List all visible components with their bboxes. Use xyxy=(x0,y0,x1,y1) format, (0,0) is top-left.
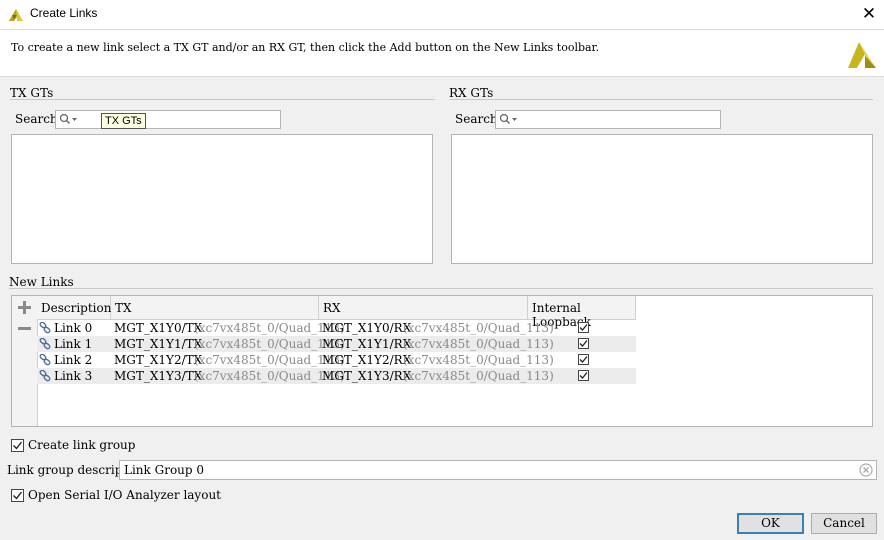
table-row[interactable]: Link 0 MGT_X1Y0/TX (xc7vx485t_0/Quad_113… xyxy=(37,320,636,336)
link-description: Link 0 xyxy=(54,321,93,335)
rx-location: (xc7vx485t_0/Quad_113) xyxy=(403,369,554,383)
title-bar xyxy=(0,0,884,29)
link-description: Link 1 xyxy=(54,337,93,351)
banner-text: To create a new link select a TX GT and/… xyxy=(11,41,600,54)
tx-section-divider xyxy=(10,99,435,100)
rx-location: (xc7vx485t_0/Quad_113) xyxy=(403,353,554,367)
rx-section-divider xyxy=(449,99,873,100)
link-icon xyxy=(39,353,51,369)
remove-icon[interactable] xyxy=(17,321,32,339)
tx-section-label: TX GTs xyxy=(10,86,54,100)
search-icon[interactable] xyxy=(499,113,519,128)
link-group-description-input[interactable]: Link Group 0 xyxy=(119,460,877,480)
tx-value: MGT_X1Y0/TX xyxy=(114,321,203,335)
open-analyzer-layout-label[interactable]: Open Serial I/O Analyzer layout xyxy=(28,488,221,502)
rx-value: MGT_X1Y1/RX xyxy=(322,337,412,351)
app-logo-icon xyxy=(8,6,24,25)
window-title: Create Links xyxy=(30,6,98,20)
open-analyzer-layout-checkbox[interactable] xyxy=(11,489,24,502)
tx-value: MGT_X1Y3/TX xyxy=(114,369,203,383)
tx-search-input[interactable] xyxy=(55,110,281,129)
clear-icon[interactable] xyxy=(859,463,873,480)
new-links-label: New Links xyxy=(9,275,74,289)
loopback-checkbox[interactable] xyxy=(578,370,589,381)
create-link-group-checkbox[interactable] xyxy=(11,439,24,452)
tx-value: MGT_X1Y2/TX xyxy=(114,353,203,367)
rx-search-input[interactable] xyxy=(495,110,721,129)
tx-gt-list[interactable] xyxy=(11,134,433,264)
rx-location: (xc7vx485t_0/Quad_113) xyxy=(403,337,554,351)
link-icon xyxy=(39,321,51,337)
tx-value: MGT_X1Y1/TX xyxy=(114,337,203,351)
column-header-internal-loopback[interactable]: Internal Loopback xyxy=(528,296,636,329)
link-icon xyxy=(39,337,51,353)
tooltip: TX GTs xyxy=(101,113,146,129)
new-links-divider xyxy=(9,288,873,289)
loopback-checkbox[interactable] xyxy=(578,354,589,365)
add-icon[interactable] xyxy=(17,300,32,318)
vivado-logo-icon xyxy=(845,38,879,75)
column-header-tx[interactable]: TX xyxy=(111,296,319,320)
close-icon[interactable]: ✕ xyxy=(858,3,880,25)
table-row[interactable]: Link 2 MGT_X1Y2/TX (xc7vx485t_0/Quad_113… xyxy=(37,352,636,368)
cancel-button[interactable]: Cancel xyxy=(811,513,877,534)
link-icon xyxy=(39,369,51,385)
loopback-checkbox[interactable] xyxy=(578,338,589,349)
rx-value: MGT_X1Y3/RX xyxy=(322,369,412,383)
ok-button[interactable]: OK xyxy=(737,513,804,534)
loopback-checkbox[interactable] xyxy=(578,322,589,333)
rx-gt-list[interactable] xyxy=(451,134,873,264)
column-header-rx[interactable]: RX xyxy=(319,296,528,320)
rx-value: MGT_X1Y0/RX xyxy=(322,321,412,335)
search-icon[interactable] xyxy=(59,113,79,128)
link-description: Link 2 xyxy=(54,353,93,367)
column-header-description[interactable]: Description xyxy=(37,296,111,320)
link-description: Link 3 xyxy=(54,369,93,383)
table-row[interactable]: Link 1 MGT_X1Y1/TX (xc7vx485t_0/Quad_113… xyxy=(37,336,636,352)
table-row[interactable]: Link 3 MGT_X1Y3/TX (xc7vx485t_0/Quad_113… xyxy=(37,368,636,384)
rx-location: (xc7vx485t_0/Quad_113) xyxy=(403,321,554,335)
rx-value: MGT_X1Y2/RX xyxy=(322,353,412,367)
create-link-group-label[interactable]: Create link group xyxy=(28,438,135,452)
rx-section-label: RX GTs xyxy=(449,86,494,100)
